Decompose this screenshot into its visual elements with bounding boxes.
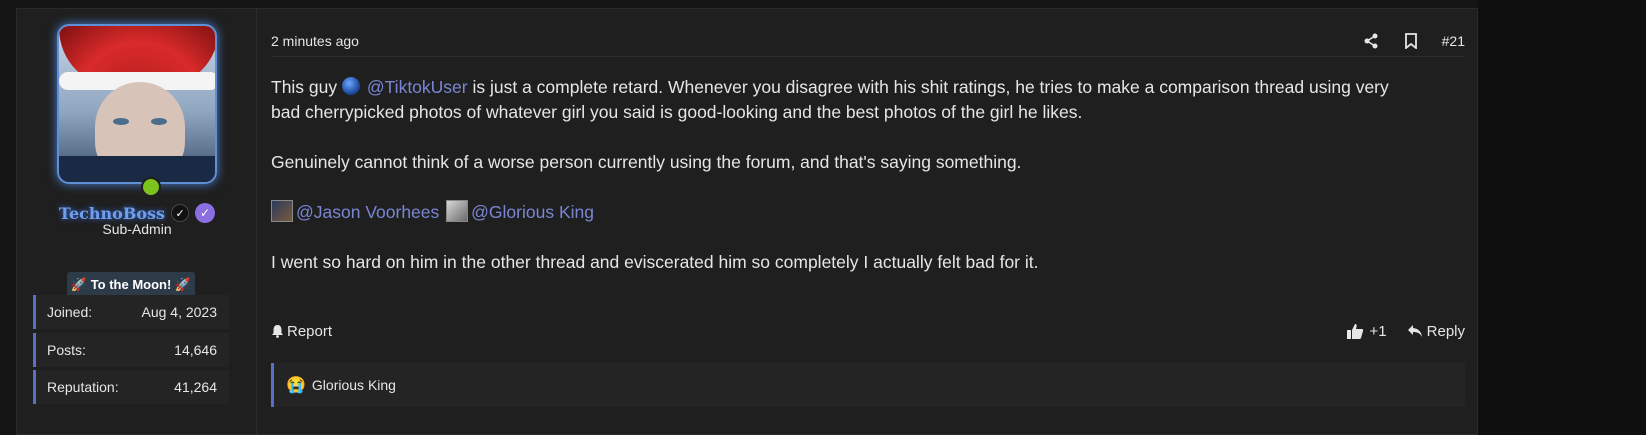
post-paragraph-1: This guy @TiktokUser is just a complete … bbox=[271, 75, 1411, 125]
username[interactable]: TechnoBoss bbox=[59, 204, 165, 223]
post-main: 2 minutes ago #21 This guy @TiktokUser i… bbox=[257, 9, 1477, 434]
stat-reputation: Reputation: 41,264 bbox=[33, 370, 229, 404]
reply-label: Reply bbox=[1426, 322, 1465, 340]
user-role: Sub-Admin bbox=[102, 221, 172, 237]
post-timestamp[interactable]: 2 minutes ago bbox=[271, 33, 359, 49]
reaction-summary[interactable]: 😭 Glorious King bbox=[271, 363, 1465, 407]
stat-label: Joined: bbox=[47, 304, 93, 320]
paragraph-text: This guy bbox=[271, 77, 342, 97]
post-paragraph-2: Genuinely cannot think of a worse person… bbox=[271, 152, 1022, 172]
username-row: TechnoBoss ✓ ✓ bbox=[17, 203, 257, 223]
mention-link[interactable]: @Jason Voorhees bbox=[296, 202, 439, 222]
share-icon[interactable] bbox=[1362, 32, 1380, 50]
reaction-user[interactable]: Glorious King bbox=[312, 377, 396, 393]
stat-joined: Joined: Aug 4, 2023 bbox=[33, 295, 229, 329]
footer-actions: +1 Reply bbox=[1346, 323, 1465, 340]
post-body: This guy @TiktokUser is just a complete … bbox=[271, 75, 1411, 300]
stat-value: 14,646 bbox=[174, 342, 217, 358]
post-meta: 2 minutes ago #21 bbox=[271, 25, 1465, 57]
post-paragraph-4: I went so hard on him in the other threa… bbox=[271, 252, 1039, 272]
online-status-dot bbox=[141, 177, 161, 197]
post-paragraph-3: @Jason Voorhees @Glorious King bbox=[271, 200, 1411, 225]
thumbs-up-icon bbox=[1346, 323, 1363, 339]
avatar-eye-left bbox=[113, 118, 129, 125]
page-gutter bbox=[1478, 0, 1646, 435]
verified-check-icon: ✓ bbox=[171, 204, 190, 222]
post-number[interactable]: #21 bbox=[1442, 33, 1465, 49]
mention-avatar-icon bbox=[342, 77, 360, 95]
stat-label: Reputation: bbox=[47, 379, 119, 395]
like-count: +1 bbox=[1369, 322, 1387, 340]
staff-badge-icon: ✓ bbox=[195, 203, 216, 223]
reply-icon bbox=[1407, 325, 1422, 337]
report-button[interactable]: Report bbox=[271, 323, 332, 340]
like-button[interactable]: +1 bbox=[1346, 323, 1387, 340]
reply-button[interactable]: Reply bbox=[1407, 323, 1465, 340]
stat-value: 41,264 bbox=[174, 379, 217, 395]
user-cell: TechnoBoss ✓ ✓ Sub-Admin 🚀 To the Moon! … bbox=[17, 9, 257, 434]
stat-value: Aug 4, 2023 bbox=[141, 304, 217, 320]
stat-posts: Posts: 14,646 bbox=[33, 333, 229, 367]
post-container: TechnoBoss ✓ ✓ Sub-Admin 🚀 To the Moon! … bbox=[16, 8, 1478, 435]
bell-icon bbox=[272, 325, 283, 338]
mention-link[interactable]: @Glorious King bbox=[471, 202, 594, 222]
mention-avatar-icon bbox=[271, 200, 293, 222]
crying-emoji-icon: 😭 bbox=[286, 377, 306, 394]
avatar-eye-right bbox=[151, 118, 167, 125]
avatar[interactable] bbox=[57, 24, 217, 184]
report-label: Report bbox=[287, 322, 333, 340]
mention-avatar-icon bbox=[446, 200, 469, 222]
post-meta-actions: #21 bbox=[1362, 32, 1465, 50]
bookmark-icon[interactable] bbox=[1402, 32, 1420, 50]
avatar-jacket bbox=[59, 156, 215, 182]
post-footer: Report +1 Reply bbox=[271, 317, 1465, 345]
stat-label: Posts: bbox=[47, 342, 86, 358]
page: TechnoBoss ✓ ✓ Sub-Admin 🚀 To the Moon! … bbox=[0, 0, 1646, 435]
mention-link[interactable]: @TiktokUser bbox=[367, 77, 468, 97]
